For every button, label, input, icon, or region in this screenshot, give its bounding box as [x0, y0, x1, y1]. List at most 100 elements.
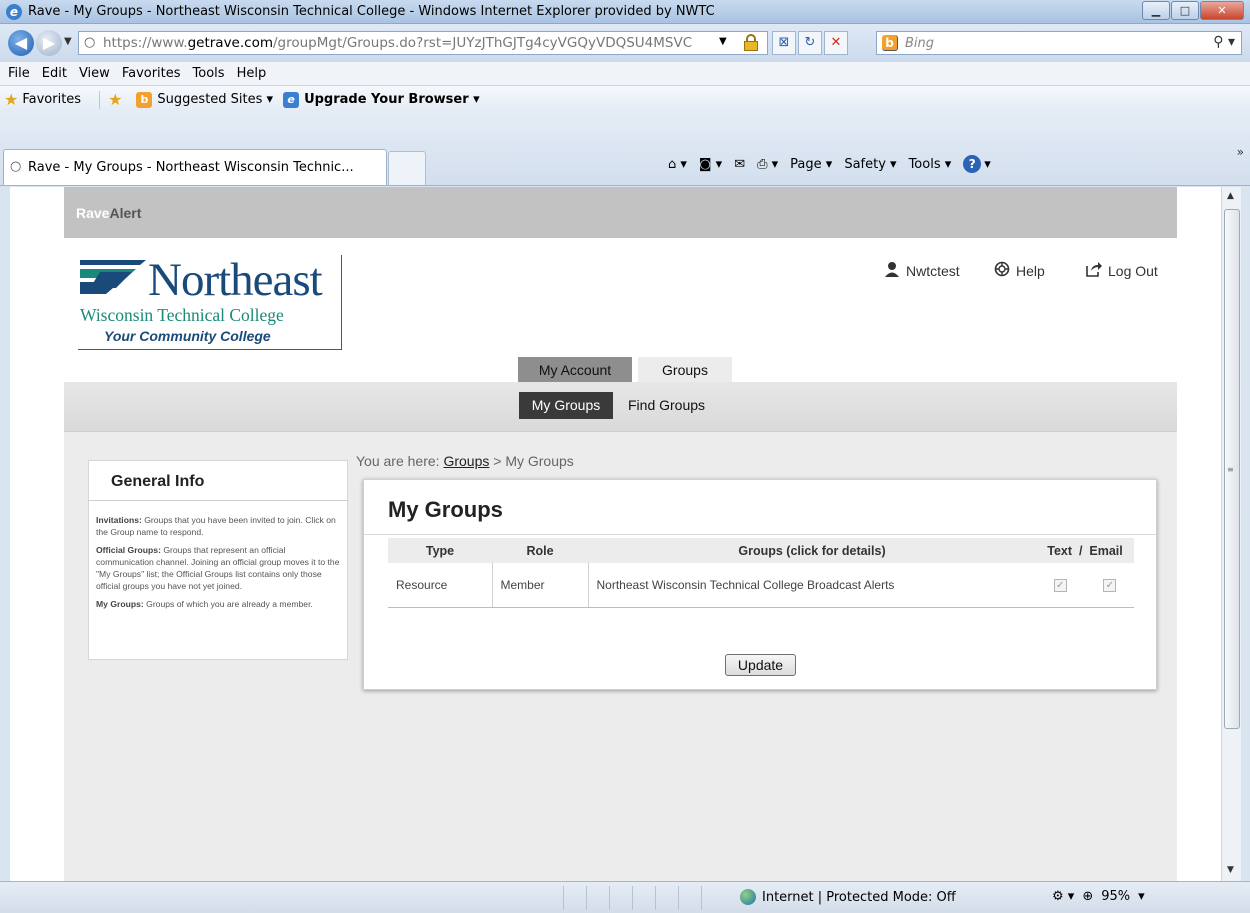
home-icon[interactable]: ⌂ ▾	[668, 157, 687, 172]
username: Nwtctest	[906, 263, 960, 279]
divider	[364, 534, 1156, 535]
column-header-groups: Groups (click for details)	[588, 538, 1036, 563]
breadcrumb: You are here: Groups > My Groups	[356, 453, 574, 469]
window-controls: ▁ □ ✕	[1141, 1, 1244, 20]
search-icon[interactable]: ⚲ ▾	[1213, 34, 1235, 50]
user-account-link[interactable]: Nwtctest	[884, 261, 960, 281]
general-info-text: Invitations: Groups that you have been i…	[96, 514, 342, 616]
compatibility-view-icon[interactable]: ⊠	[772, 31, 796, 55]
suggested-sites-link[interactable]: b Suggested Sites ▾	[136, 91, 273, 108]
upgrade-browser-label: Upgrade Your Browser ▾	[304, 92, 480, 107]
favorites-star-icon: ★	[4, 90, 19, 109]
search-box[interactable]: b Bing ⚲ ▾	[876, 31, 1242, 55]
window-frame-left	[0, 187, 10, 881]
table-row: Resource Member Northeast Wisconsin Tech…	[388, 563, 1134, 608]
tab-groups[interactable]: Groups	[638, 357, 732, 384]
update-button[interactable]: Update	[725, 654, 796, 676]
address-dropdown-icon[interactable]: ▼	[719, 36, 727, 47]
general-info-box: General Info Invitations: Groups that yo…	[88, 460, 348, 660]
menu-tools[interactable]: Tools	[189, 62, 233, 85]
menu-help[interactable]: Help	[233, 62, 275, 85]
browser-tab[interactable]: ○ Rave - My Groups - Northeast Wisconsin…	[3, 149, 387, 185]
groups-table: Type Role Groups (click for details) Tex…	[388, 538, 1134, 608]
scroll-up-arrow-icon[interactable]: ▲	[1227, 191, 1234, 201]
menu-edit[interactable]: Edit	[38, 62, 75, 85]
general-info-title: General Info	[111, 473, 205, 490]
read-mail-icon[interactable]: ✉	[734, 157, 745, 172]
more-commands-chevron-icon[interactable]: »	[1237, 145, 1244, 159]
close-button[interactable]: ✕	[1200, 1, 1244, 20]
cell-text-email: ✓ ✓	[1036, 563, 1134, 608]
tab-page-icon: ○	[10, 159, 22, 174]
site-header: Northeast Wisconsin Technical College Yo…	[64, 238, 1177, 384]
breadcrumb-groups-link[interactable]: Groups	[443, 453, 489, 469]
cell-type: Resource	[388, 563, 492, 608]
recent-pages-dropdown-icon[interactable]: ▼	[64, 36, 72, 47]
new-tab-button[interactable]	[388, 151, 426, 185]
ie-logo-icon: e	[6, 4, 22, 20]
my-groups-panel: My Groups Type Role Groups (click for de…	[363, 479, 1157, 690]
help-icon: ?	[963, 155, 982, 173]
cell-group-name[interactable]: Northeast Wisconsin Technical College Br…	[587, 563, 1036, 608]
menu-favorites[interactable]: Favorites	[118, 62, 189, 85]
address-bar[interactable]: ○ https://www.getrave.com/groupMgt/Group…	[78, 31, 768, 55]
logout-link[interactable]: Log Out	[1086, 261, 1158, 281]
tab-my-account[interactable]: My Account	[518, 357, 632, 384]
stop-icon[interactable]: ✕	[824, 31, 848, 55]
upgrade-browser-link[interactable]: e Upgrade Your Browser ▾	[283, 91, 480, 108]
zoom-level[interactable]: 95%	[1101, 889, 1130, 904]
minimize-button[interactable]: ▁	[1142, 1, 1170, 20]
feeds-icon[interactable]: ◙ ▾	[699, 157, 722, 172]
email-checkbox[interactable]: ✓	[1103, 579, 1117, 593]
vertical-scrollbar[interactable]: ▲ ≡ ▼	[1221, 187, 1241, 881]
status-cells	[563, 886, 724, 910]
subtab-find-groups[interactable]: Find Groups	[621, 392, 712, 419]
help-menu[interactable]: ? ▾	[963, 155, 991, 173]
panel-title: My Groups	[388, 497, 503, 522]
address-url[interactable]: https://www.getrave.com/groupMgt/Groups.…	[103, 35, 703, 51]
print-icon[interactable]: ⎙ ▾	[757, 157, 778, 172]
window-frame-right	[1241, 187, 1250, 881]
menu-view[interactable]: View	[75, 62, 118, 85]
refresh-icon[interactable]: ↻	[798, 31, 822, 55]
address-tools: ⊠ ↻ ✕	[772, 31, 850, 55]
zoom-icon[interactable]: ⊕	[1082, 889, 1093, 904]
breadcrumb-prefix: You are here:	[356, 453, 444, 469]
search-placeholder: Bing	[905, 36, 935, 51]
bing-logo-icon: b	[882, 35, 898, 51]
help-link[interactable]: Help	[994, 261, 1045, 281]
rave-alert-brand: RaveAlert	[76, 205, 142, 221]
maximize-button[interactable]: □	[1171, 1, 1199, 20]
logo-tagline: Your Community College	[104, 328, 271, 344]
help-label: Help	[1016, 263, 1045, 279]
divider	[89, 500, 347, 501]
protected-mode-settings-icon[interactable]: ⚙ ▾	[1052, 889, 1074, 904]
subtab-my-groups[interactable]: My Groups	[519, 392, 613, 419]
scroll-down-arrow-icon[interactable]: ▼	[1227, 865, 1234, 875]
command-bar: ⌂ ▾ ◙ ▾ ✉ ⎙ ▾ Page ▾ Safety ▾ Tools ▾ ? ▾	[668, 155, 1003, 173]
add-to-favorites-bar-button[interactable]: ★	[108, 90, 126, 109]
safety-menu[interactable]: Safety ▾	[844, 157, 896, 172]
logo-stripes-icon	[80, 260, 146, 294]
ie-page-icon: e	[283, 91, 300, 108]
forward-button[interactable]: ▶	[36, 30, 62, 56]
invitations-info: Invitations: Groups that you have been i…	[96, 515, 336, 537]
text-checkbox[interactable]: ✓	[1053, 579, 1067, 593]
menu-bar: File Edit View Favorites Tools Help	[0, 62, 1250, 86]
logout-icon	[1086, 261, 1102, 281]
page-menu[interactable]: Page ▾	[790, 157, 832, 172]
favorites-button[interactable]: ★ Favorites	[4, 90, 81, 109]
address-row: ◀ ▶ ▼ ○ https://www.getrave.com/groupMgt…	[0, 24, 1250, 62]
page-viewport: RaveAlert Northeast Wisconsin Technical …	[10, 187, 1221, 881]
zoom-dropdown-icon[interactable]: ▾	[1138, 889, 1145, 904]
lock-icon[interactable]	[743, 34, 759, 52]
menu-file[interactable]: File	[4, 62, 38, 85]
tools-menu[interactable]: Tools ▾	[909, 157, 952, 172]
nwtc-logo: Northeast Wisconsin Technical College Yo…	[78, 255, 342, 350]
security-zone[interactable]: Internet | Protected Mode: Off	[740, 889, 956, 905]
back-button[interactable]: ◀	[8, 30, 34, 56]
breadcrumb-current: > My Groups	[489, 453, 574, 469]
cell-role: Member	[491, 563, 588, 608]
sub-navigation: My Groups Find Groups	[64, 382, 1177, 432]
logout-label: Log Out	[1108, 263, 1158, 279]
